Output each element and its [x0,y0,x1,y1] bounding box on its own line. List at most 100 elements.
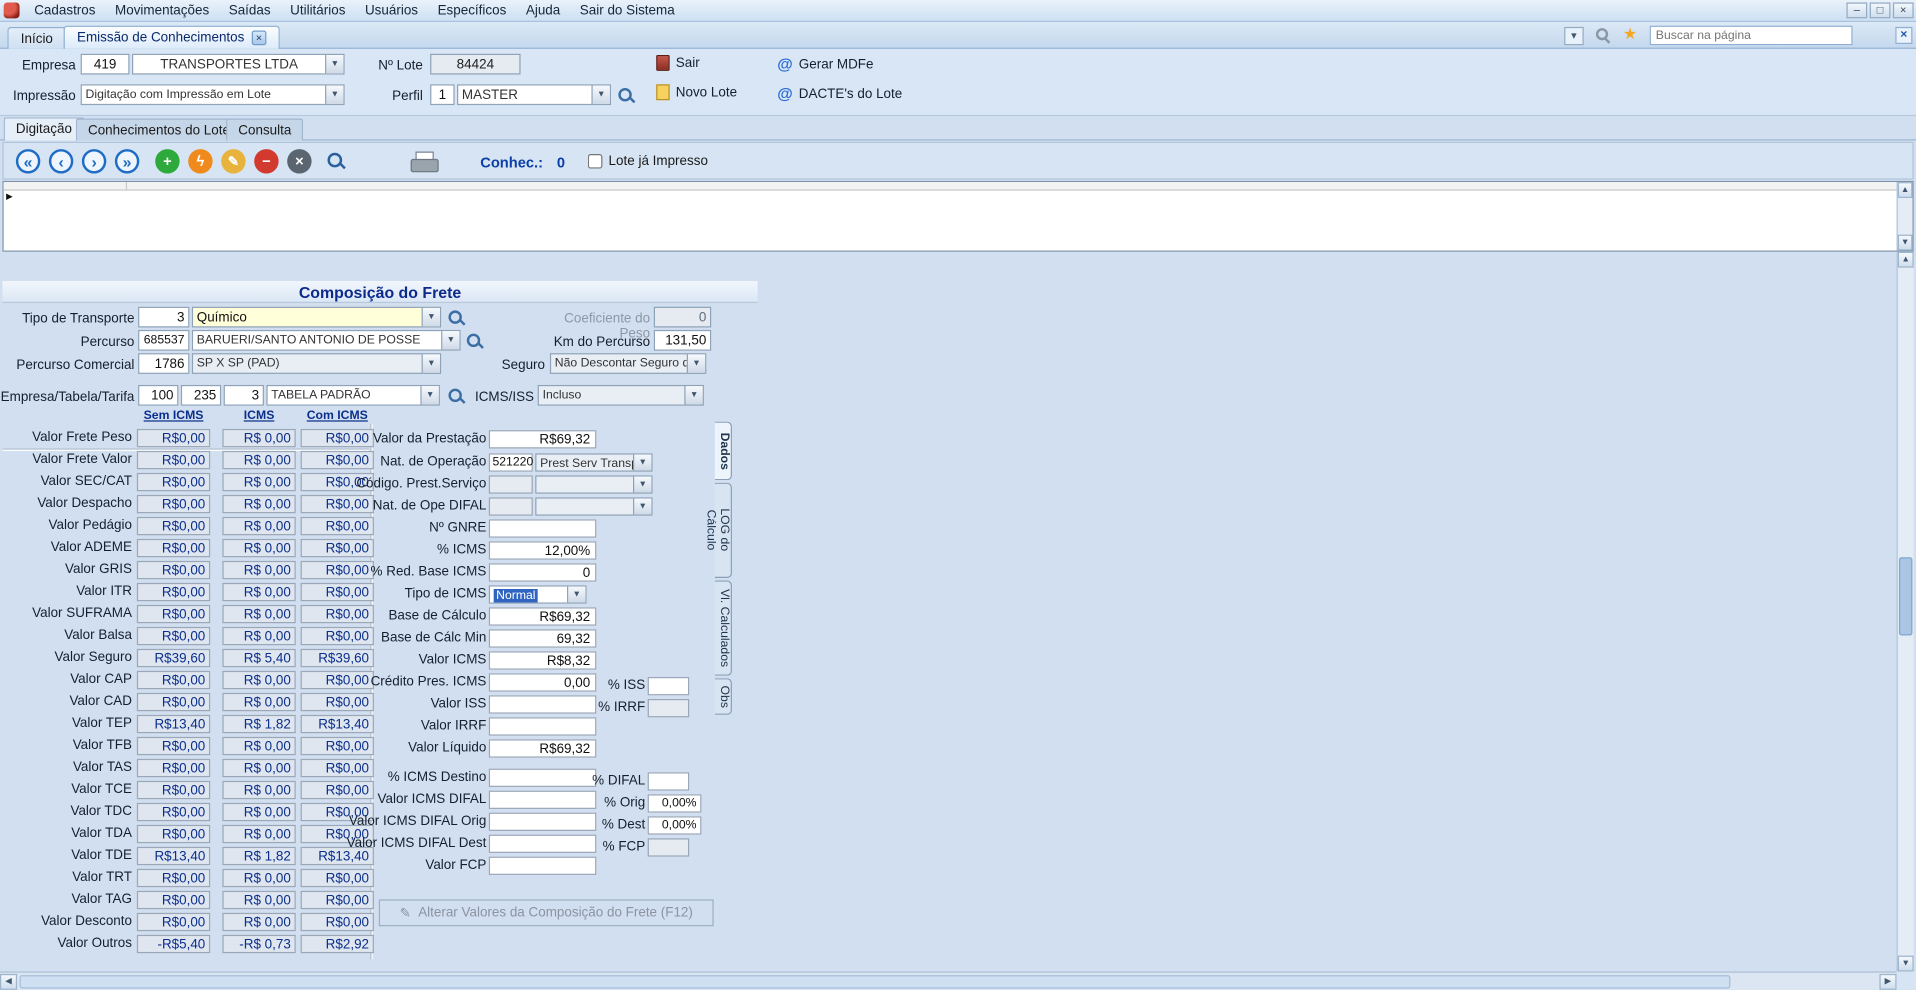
print-icon[interactable] [411,152,438,172]
valor-liquido-field[interactable]: R$69,32 [489,739,597,757]
chevron-down-icon[interactable]: ▼ [422,354,440,372]
seguro-combo[interactable]: Não Descontar Seguro do Frete P ▼ [550,353,706,374]
red-base-field[interactable]: 0 [489,563,597,581]
valor-irrf-field[interactable] [489,717,597,735]
tabela-tabela-field[interactable]: 235 [181,385,221,406]
menu-item[interactable]: Saídas [219,1,280,21]
tabela-tarifa-field[interactable]: 3 [224,385,264,406]
empresa-code-field[interactable]: 419 [81,54,130,75]
tabela-combo[interactable]: TABELA PADRÃO ▼ [266,385,440,406]
search-icon[interactable] [617,87,634,104]
dactes-button[interactable]: @ DACTE's do Lote [777,84,902,102]
close-search-icon[interactable]: × [1895,27,1912,44]
novo-lote-button[interactable]: Novo Lote [656,84,737,100]
scroll-right-icon[interactable]: ▶ [1879,974,1896,990]
side-tab-dados[interactable]: Dados [715,422,732,481]
search-icon[interactable] [447,309,464,326]
tab-digitacao[interactable]: Digitação [4,117,84,140]
gnre-field[interactable] [489,519,597,537]
perfil-code-field[interactable]: 1 [430,84,454,105]
perc-iss-field[interactable] [648,677,690,695]
scroll-up-icon[interactable]: ▲ [1898,252,1914,268]
chevron-down-icon[interactable]: ▼ [591,86,609,104]
nav-last-button[interactable]: » [115,149,139,173]
chevron-down-icon[interactable]: ▾ [1564,27,1584,45]
main-scrollbar[interactable]: ▲ ▼ [1897,252,1914,972]
valor-icms-field[interactable]: R$8,32 [489,651,597,669]
add-record-button[interactable]: + [155,149,179,173]
nav-prev-button[interactable]: ‹ [49,149,73,173]
search-input[interactable] [1650,26,1853,46]
tipo-transporte-code[interactable]: 3 [138,307,189,328]
tab-inicio[interactable]: Início [7,27,66,49]
perc-difal-field[interactable] [648,772,690,790]
chevron-down-icon[interactable]: ▼ [567,587,585,603]
valor-fcp-field[interactable] [489,857,597,875]
chevron-down-icon[interactable]: ▼ [325,55,343,73]
tab-emissao-conhecimentos[interactable]: Emissão de Conhecimentos× [64,26,280,49]
tab-consulta[interactable]: Consulta [226,119,304,141]
cancel-record-button[interactable]: × [287,149,311,173]
sair-button[interactable]: Sair [656,55,699,71]
menu-item[interactable]: Usuários [355,1,428,21]
search-icon[interactable] [447,387,464,404]
menu-item[interactable]: Movimentações [105,1,219,21]
percurso-comercial-code[interactable]: 1786 [138,353,189,374]
impressao-combo[interactable]: Digitação com Impressão em Lote ▼ [81,84,345,105]
menu-item[interactable]: Cadastros [24,1,105,21]
chevron-down-icon[interactable]: ▼ [684,386,702,404]
grid-scroll-down-icon[interactable]: ▼ [1898,235,1913,251]
chevron-down-icon[interactable]: ▼ [633,455,651,471]
chevron-down-icon[interactable]: ▼ [687,354,705,372]
nav-first-button[interactable]: « [16,149,40,173]
post-record-button[interactable]: ϟ [188,149,212,173]
key-icon[interactable] [1595,27,1613,45]
tabela-empresa-field[interactable]: 100 [138,385,178,406]
menu-item[interactable]: Sair do Sistema [570,1,684,21]
close-tab-icon[interactable]: × [252,31,267,46]
side-tab-log-calculo[interactable]: LOG do Cálculo [715,483,732,578]
percurso-comercial-combo[interactable]: SP X SP (PAD) ▼ [192,353,441,374]
km-field[interactable]: 131,50 [654,330,711,351]
perfil-combo[interactable]: MASTER ▼ [457,84,611,105]
tab-conhecimentos-lote[interactable]: Conhecimentos do Lote [76,119,242,141]
minimize-button[interactable]: – [1846,2,1867,18]
tipo-transporte-combo[interactable]: Químico ▼ [192,307,441,328]
hscrollbar-thumb[interactable] [20,975,1731,988]
search-records-icon[interactable] [326,152,346,172]
horizontal-scrollbar[interactable]: ◀ ▶ [0,971,1897,989]
chevron-down-icon[interactable]: ▼ [441,331,459,349]
chevron-down-icon[interactable]: ▼ [422,308,440,326]
favorites-star-icon[interactable]: ★ [1623,24,1637,44]
nat-operacao-combo[interactable]: Prest Serv Transp Inc ▼ [535,453,652,471]
percurso-combo[interactable]: BARUERI/SANTO ANTONIO DE POSSE ▼ [192,330,461,351]
delete-record-button[interactable]: − [254,149,278,173]
maximize-button[interactable]: □ [1870,2,1891,18]
nat-operacao-code-field[interactable]: 521220 [489,453,533,471]
menu-item[interactable]: Utilitários [280,1,355,21]
perc-icms-field[interactable]: 12,00% [489,541,597,559]
perc-dest-field[interactable]: 0,00% [648,816,702,834]
valor-prestacao-field[interactable]: R$69,32 [489,430,597,448]
icms-iss-combo[interactable]: Incluso ▼ [538,385,704,406]
scroll-down-icon[interactable]: ▼ [1898,956,1914,972]
side-tab-vl-calculados[interactable]: Vl. Calculados [715,580,732,675]
alterar-valores-button[interactable]: ✎ Alterar Valores da Composição do Frete… [379,899,714,926]
search-icon[interactable] [466,332,483,349]
tipo-icms-combo[interactable]: Normal ▼ [489,585,587,603]
chevron-down-icon[interactable]: ▼ [325,86,343,104]
menu-item[interactable]: Ajuda [516,1,570,21]
conhecimentos-grid[interactable]: ▶ ▲ ▼ [2,181,1913,252]
empresa-combo[interactable]: TRANSPORTES LTDA ▼ [132,54,345,75]
percurso-code[interactable]: 685537 [138,330,189,351]
scrollbar-thumb[interactable] [1899,557,1912,635]
gerar-mdfe-button[interactable]: @ Gerar MDFe [777,55,873,73]
base-calc-min-field[interactable]: 69,32 [489,629,597,647]
grid-scroll-up-icon[interactable]: ▲ [1898,182,1913,198]
close-window-button[interactable]: × [1893,2,1914,18]
lote-impresso-checkbox[interactable] [588,154,603,169]
side-tab-obs[interactable]: Obs [715,678,732,715]
nav-next-button[interactable]: › [82,149,106,173]
chevron-down-icon[interactable]: ▼ [420,386,438,404]
grid-scrollbar[interactable]: ▲ ▼ [1897,182,1913,250]
